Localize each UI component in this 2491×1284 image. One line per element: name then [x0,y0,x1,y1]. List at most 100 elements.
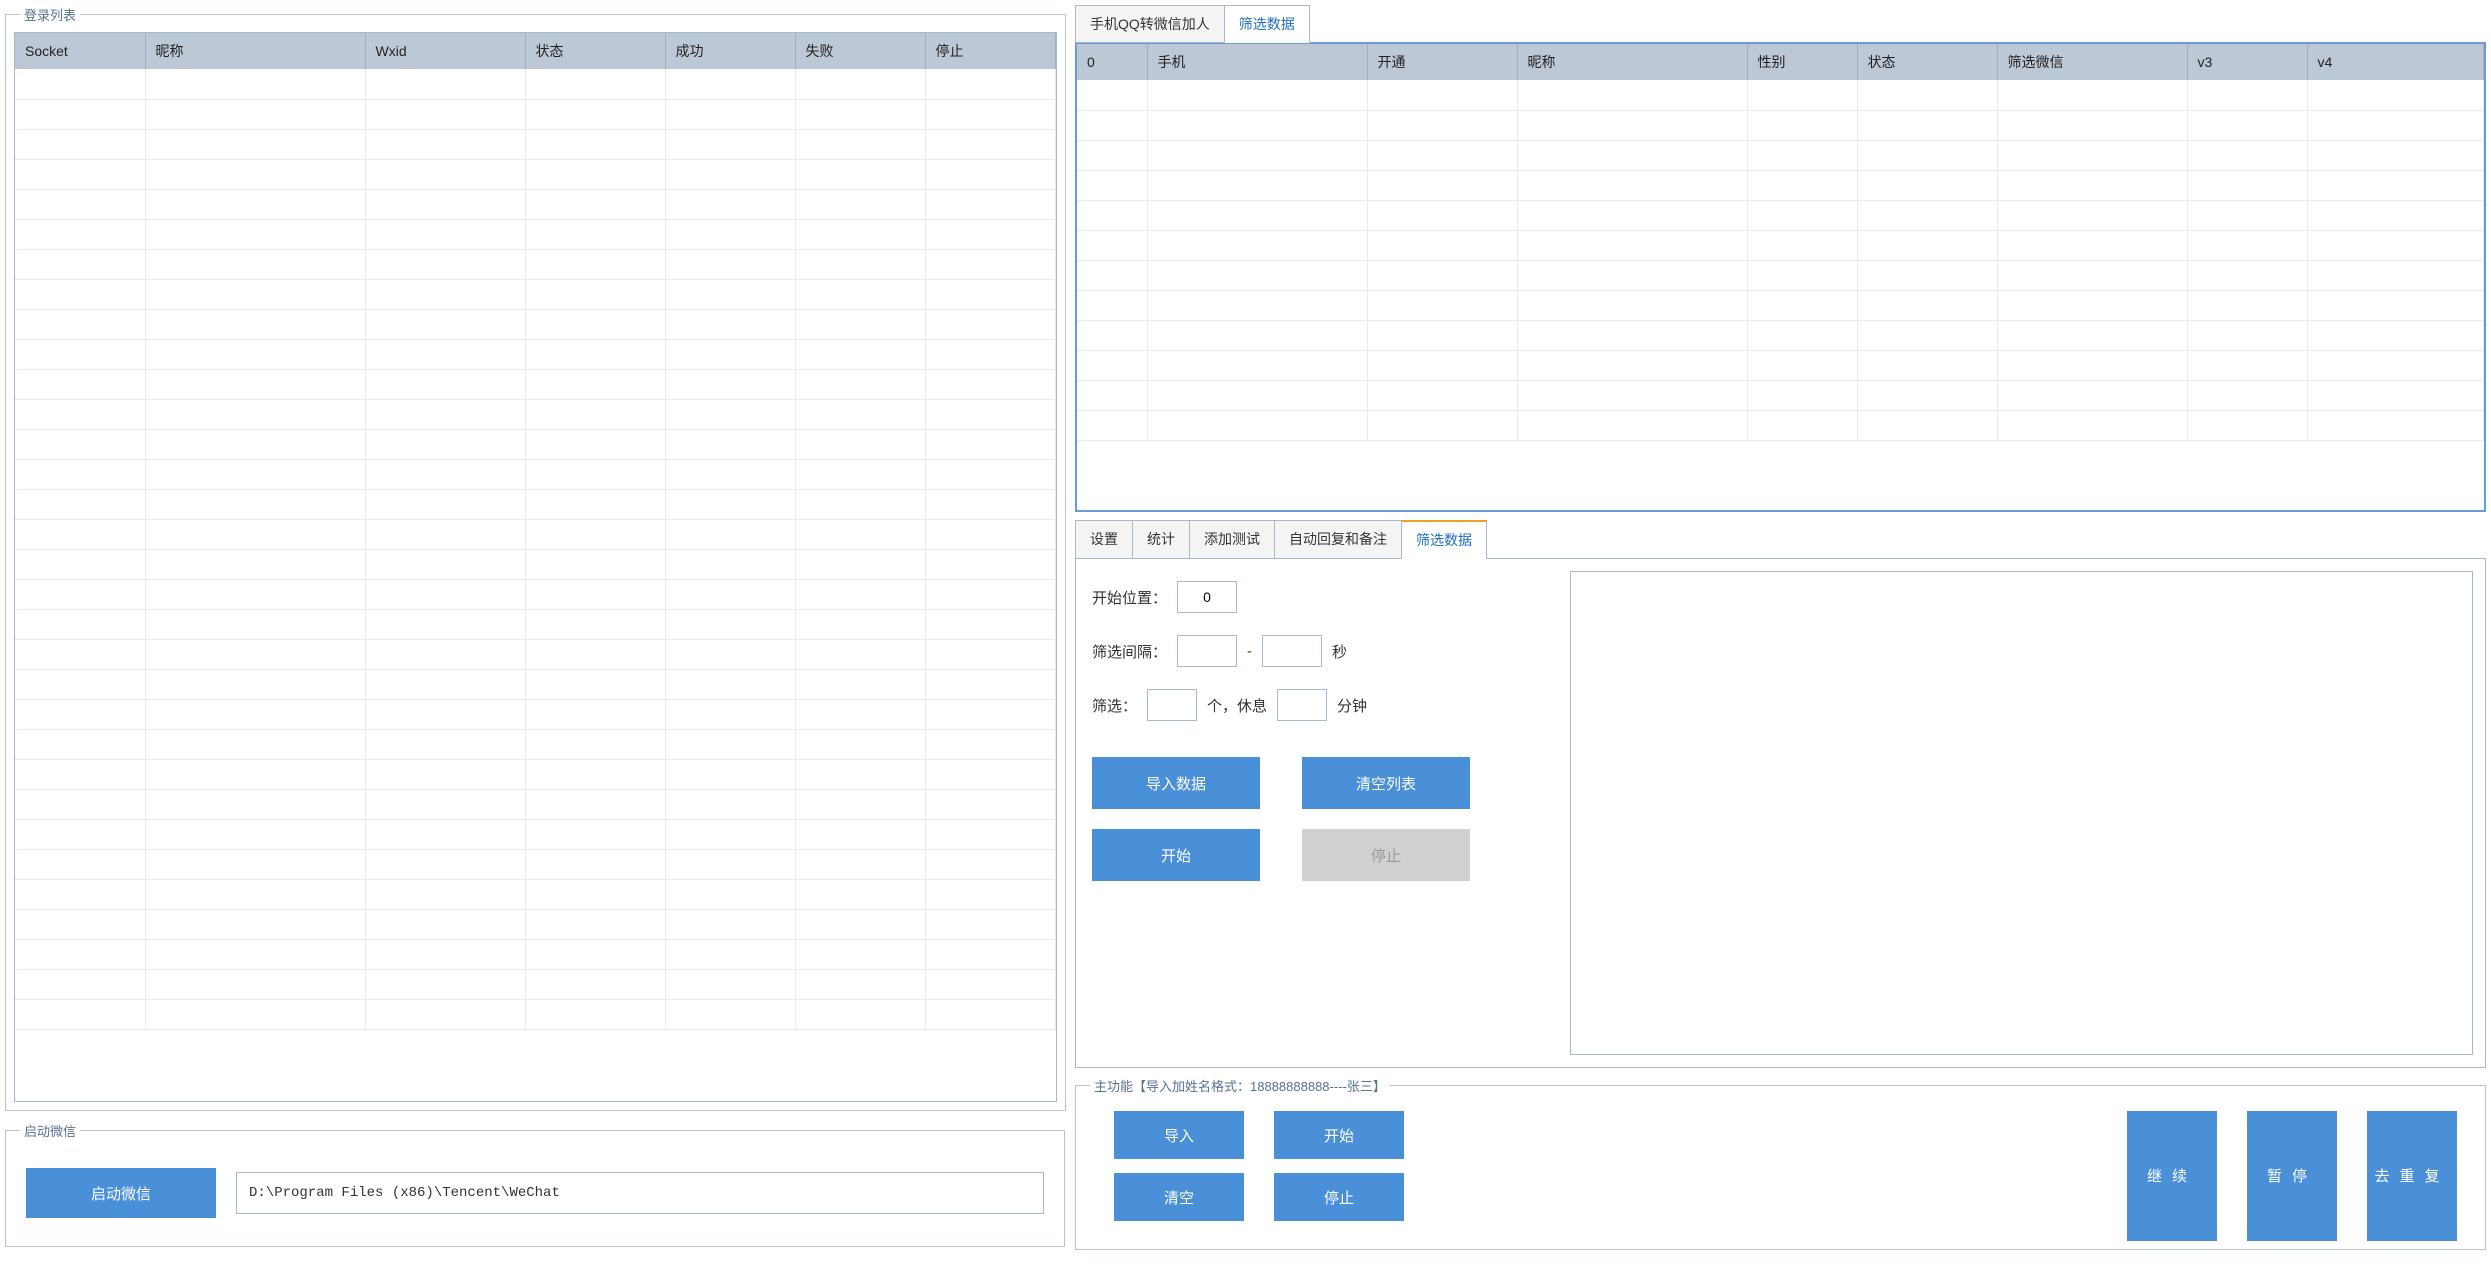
launch-wechat-group: 启动微信 启动微信 D:\Program Files (x86)\Tencent… [5,1121,1065,1247]
top-tabs: 手机QQ转微信加人 筛选数据 [1075,5,2486,43]
table-row[interactable] [15,969,1055,999]
table-row[interactable] [15,759,1055,789]
filter-count-input[interactable] [1147,689,1197,721]
table-row[interactable] [15,819,1055,849]
filter-label: 筛选： [1092,695,1137,716]
col-phone[interactable]: 手机 [1147,44,1367,80]
table-row[interactable] [15,789,1055,819]
table-row[interactable] [15,849,1055,879]
col-v3[interactable]: v3 [2187,44,2307,80]
col-nickname[interactable]: 昵称 [145,33,365,69]
interval-label: 筛选间隔： [1092,641,1167,662]
main-start-button[interactable]: 开始 [1274,1111,1404,1159]
rest-minutes-input[interactable] [1277,689,1327,721]
tab-stats[interactable]: 统计 [1132,520,1190,559]
tab-settings[interactable]: 设置 [1075,520,1133,559]
table-row[interactable] [1077,230,2484,260]
table-row[interactable] [1077,290,2484,320]
count-suffix-label: 个，休息 [1207,695,1267,716]
main-dedup-button[interactable]: 去重复 [2367,1111,2457,1241]
col-v4[interactable]: v4 [2307,44,2484,80]
col-nick[interactable]: 昵称 [1517,44,1747,80]
table-row[interactable] [15,669,1055,699]
col-stop[interactable]: 停止 [925,33,1055,69]
table-row[interactable] [15,399,1055,429]
table-row[interactable] [15,939,1055,969]
table-row[interactable] [15,909,1055,939]
table-row[interactable] [15,519,1055,549]
import-data-button[interactable]: 导入数据 [1092,757,1260,809]
table-row[interactable] [15,159,1055,189]
table-row[interactable] [15,579,1055,609]
table-row[interactable] [15,219,1055,249]
data-table[interactable]: 0 手机 开通 昵称 性别 状态 筛选微信 v3 v4 [1077,44,2484,441]
table-row[interactable] [15,429,1055,459]
start-pos-input[interactable] [1177,581,1237,613]
interval-max-input[interactable] [1262,635,1322,667]
table-row[interactable] [1077,380,2484,410]
main-continue-button[interactable]: 继续 [2127,1111,2217,1241]
table-row[interactable] [15,489,1055,519]
col-gender[interactable]: 性别 [1747,44,1857,80]
main-stop-button[interactable]: 停止 [1274,1173,1404,1221]
clear-list-button[interactable]: 清空列表 [1302,757,1470,809]
col-status[interactable]: 状态 [525,33,665,69]
main-pause-button[interactable]: 暂停 [2247,1111,2337,1241]
table-row[interactable] [15,189,1055,219]
stop-filter-button: 停止 [1302,829,1470,881]
col-index[interactable]: 0 [1077,44,1147,80]
tab-auto-reply[interactable]: 自动回复和备注 [1274,520,1402,559]
table-row[interactable] [15,999,1055,1029]
main-actions-group: 主功能【导入加姓名格式：18888888888----张三】 导入 开始 清空 … [1075,1076,2486,1250]
table-row[interactable] [1077,260,2484,290]
col-open[interactable]: 开通 [1367,44,1517,80]
table-row[interactable] [15,279,1055,309]
main-import-button[interactable]: 导入 [1114,1111,1244,1159]
table-row[interactable] [15,69,1055,99]
wechat-path-display[interactable]: D:\Program Files (x86)\Tencent\WeChat [236,1172,1044,1214]
table-row[interactable] [15,459,1055,489]
launch-wechat-button[interactable]: 启动微信 [26,1168,216,1218]
col-fail[interactable]: 失败 [795,33,925,69]
table-row[interactable] [15,549,1055,579]
table-row[interactable] [1077,200,2484,230]
table-row[interactable] [15,639,1055,669]
table-row[interactable] [15,369,1055,399]
table-row[interactable] [1077,110,2484,140]
main-clear-button[interactable]: 清空 [1114,1173,1244,1221]
login-table[interactable]: Socket 昵称 Wxid 状态 成功 失败 停止 [15,33,1056,1030]
main-actions-title: 主功能【导入加姓名格式：18888888888----张三】 [1090,1076,1390,1095]
tab-add-test[interactable]: 添加测试 [1189,520,1275,559]
tab-filter-data-top[interactable]: 筛选数据 [1224,5,1310,43]
login-table-container: Socket 昵称 Wxid 状态 成功 失败 停止 [14,32,1057,1102]
col-success[interactable]: 成功 [665,33,795,69]
mid-tabs: 设置 统计 添加测试 自动回复和备注 筛选数据 [1075,520,2486,559]
interval-min-input[interactable] [1177,635,1237,667]
data-table-container: 0 手机 开通 昵称 性别 状态 筛选微信 v3 v4 [1075,42,2486,512]
filter-form: 开始位置： 筛选间隔： - 秒 筛选： 个，休息 [1088,571,1558,1055]
col-wxid[interactable]: Wxid [365,33,525,69]
table-row[interactable] [15,339,1055,369]
table-row[interactable] [15,729,1055,759]
table-row[interactable] [15,129,1055,159]
table-row[interactable] [1077,350,2484,380]
col-filter-wechat[interactable]: 筛选微信 [1997,44,2187,80]
table-row[interactable] [15,699,1055,729]
table-row[interactable] [15,99,1055,129]
table-row[interactable] [15,249,1055,279]
col-socket[interactable]: Socket [15,33,145,69]
table-row[interactable] [15,879,1055,909]
table-row[interactable] [1077,410,2484,440]
table-row[interactable] [1077,320,2484,350]
table-row[interactable] [1077,80,2484,110]
tab-filter-data-mid[interactable]: 筛选数据 [1401,520,1487,559]
tab-qq-to-wechat[interactable]: 手机QQ转微信加人 [1075,5,1225,43]
table-row[interactable] [1077,140,2484,170]
table-row[interactable] [1077,170,2484,200]
table-row[interactable] [15,309,1055,339]
table-row[interactable] [15,609,1055,639]
minutes-label: 分钟 [1337,695,1367,716]
start-filter-button[interactable]: 开始 [1092,829,1260,881]
login-list-title: 登录列表 [20,5,80,24]
col-state[interactable]: 状态 [1857,44,1997,80]
